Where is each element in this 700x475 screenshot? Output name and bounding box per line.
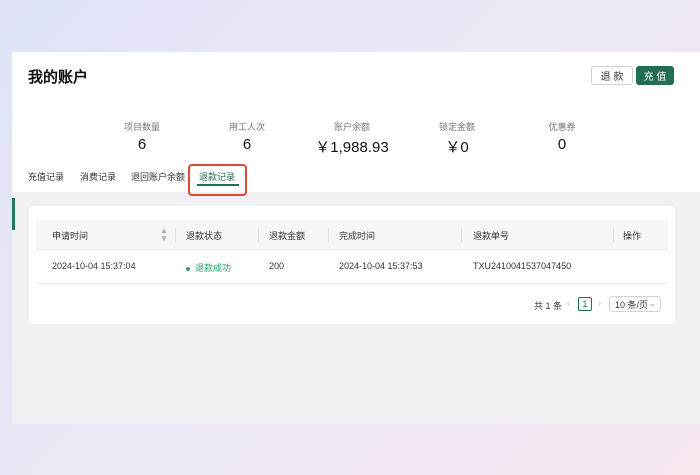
column-header: 退款状态 (186, 231, 223, 241)
stat-value: ￥1,988.93 (315, 139, 389, 156)
page-title: 我的账户 (28, 69, 89, 86)
page-size-select[interactable]: 10 条/页 ⌄ (609, 296, 661, 312)
pagination-page-current[interactable]: 1 (578, 297, 592, 311)
column-divider (258, 228, 259, 242)
chevron-right-icon[interactable]: › (598, 298, 601, 308)
column-divider (461, 228, 462, 242)
stat-worker-count: 用工人次 6 (207, 120, 287, 153)
page-size-value: 10 条/页 (615, 299, 649, 310)
success-dot-icon (186, 266, 190, 271)
recharge-button[interactable]: 充 值 (636, 66, 674, 85)
table-header: 申请时间 ▲ ▼ 退款状态 退款金额 完成时间 退款单号 操作 (36, 220, 668, 250)
table-row: 2024-10-04 15:37:04 退款成功 200 2024-10-04 … (36, 250, 668, 284)
column-divider (328, 228, 329, 242)
tab-highlight-box (188, 164, 247, 196)
column-divider (175, 228, 176, 242)
stat-locked-amount: 锁定金额 ￥0 (417, 120, 497, 157)
column-header: 申请时间 (52, 231, 89, 241)
status-text: 退款成功 (195, 263, 232, 273)
stat-balance: 账户余额 ￥1,988.93 (312, 120, 392, 157)
apply-time-cell: 2024-10-04 15:37:04 (52, 261, 136, 271)
column-header: 操作 (623, 231, 642, 241)
sort-icon[interactable]: ▲ ▼ (160, 227, 168, 243)
app-window: 我的账户 退 款 充 值 项目数量 6 用工人次 6 账户余额 ￥1,988.9… (12, 52, 700, 424)
amount-cell: 200 (269, 261, 285, 271)
chevron-down-icon: ⌄ (649, 299, 656, 308)
stat-coupons: 优惠券 0 (522, 120, 602, 153)
column-header: 退款单号 (473, 231, 510, 241)
tab-consumption-records[interactable]: 消费记录 (80, 170, 116, 183)
column-divider (613, 228, 614, 242)
stat-value: 6 (242, 136, 252, 153)
column-header: 退款金额 (269, 231, 306, 241)
finish-time-cell: 2024-10-04 15:37:53 (339, 261, 423, 271)
chevron-left-icon[interactable]: ‹ (567, 298, 570, 308)
refund-table-card: 申请时间 ▲ ▼ 退款状态 退款金额 完成时间 退款单号 操作 2024-10-0… (29, 206, 675, 324)
stat-value: 6 (137, 136, 147, 153)
refund-button[interactable]: 退 款 (591, 66, 633, 85)
stat-project-count: 项目数量 6 (102, 120, 182, 153)
pagination-total: 共 1 条 (534, 301, 563, 311)
stat-label: 优惠券 (548, 122, 576, 132)
tab-recharge-records[interactable]: 充值记录 (28, 170, 64, 183)
column-header: 完成时间 (339, 231, 376, 241)
stat-value: 0 (557, 136, 567, 153)
refund-no-cell: TXU2410041537047450 (473, 261, 572, 271)
status-cell: 退款成功 (186, 261, 231, 274)
stat-label: 锁定金额 (438, 122, 475, 132)
left-active-marker (12, 198, 15, 230)
stat-label: 项目数量 (123, 122, 160, 132)
tab-returned-balance[interactable]: 退回账户余额 (131, 170, 185, 183)
stat-label: 账户余额 (333, 122, 370, 132)
stat-label: 用工人次 (228, 122, 265, 132)
stat-value: ￥0 (445, 139, 469, 156)
